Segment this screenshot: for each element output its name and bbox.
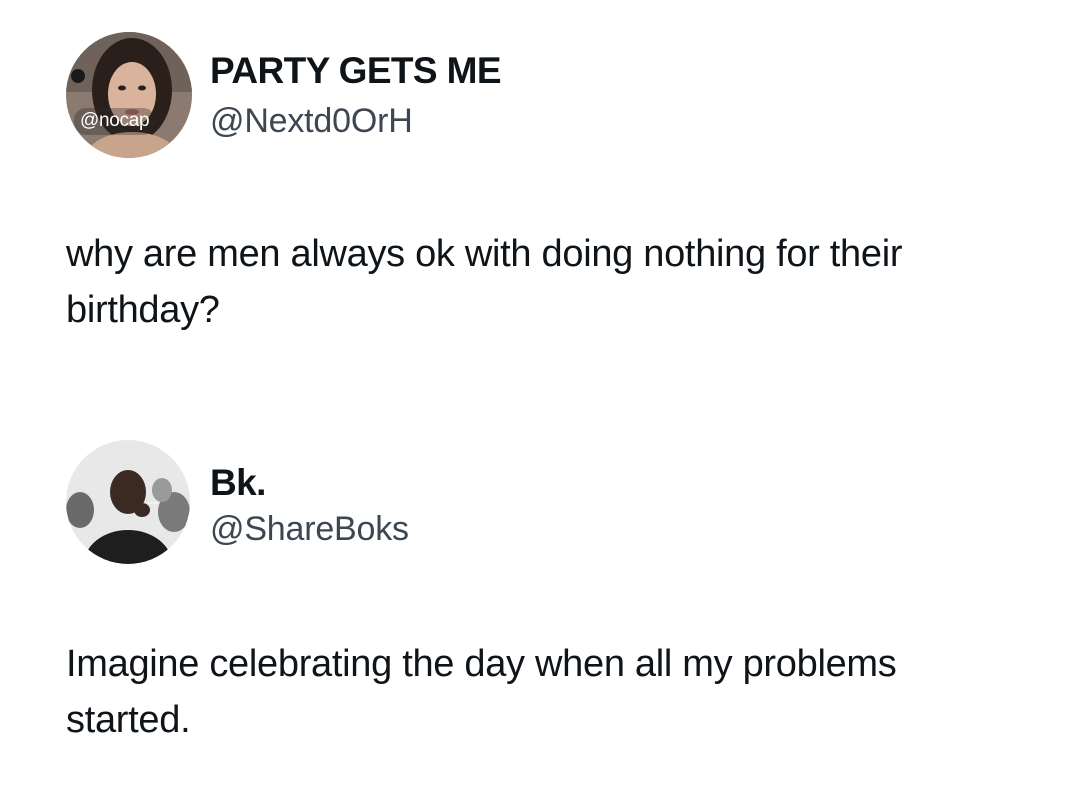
avatar[interactable]: [66, 440, 190, 564]
user-handle[interactable]: @ShareBoks: [210, 510, 409, 549]
profile-photo-man-icon: [66, 440, 190, 564]
user-handle[interactable]: @Nextd0OrH: [210, 102, 413, 141]
tweet-text: why are men always ok with doing nothing…: [66, 233, 903, 331]
tweet-header: Bk. @ShareBoks: [0, 440, 1080, 570]
tweet-text: Imagine celebrating the day when all my …: [66, 643, 897, 741]
avatar[interactable]: @nocap: [66, 32, 192, 158]
tweet-header: @nocap PARTY GETS ME @Nextd0OrH: [0, 30, 1080, 160]
display-name[interactable]: Bk.: [210, 462, 266, 504]
avatar-watermark: @nocap: [74, 108, 156, 135]
display-name[interactable]: PARTY GETS ME: [210, 50, 502, 92]
profile-photo-woman-icon: [66, 32, 192, 158]
tweet-reply: Bk. @ShareBoks Imagine celebrating the d…: [0, 440, 1080, 741]
tweet-original: @nocap PARTY GETS ME @Nextd0OrH why are …: [0, 30, 1080, 331]
